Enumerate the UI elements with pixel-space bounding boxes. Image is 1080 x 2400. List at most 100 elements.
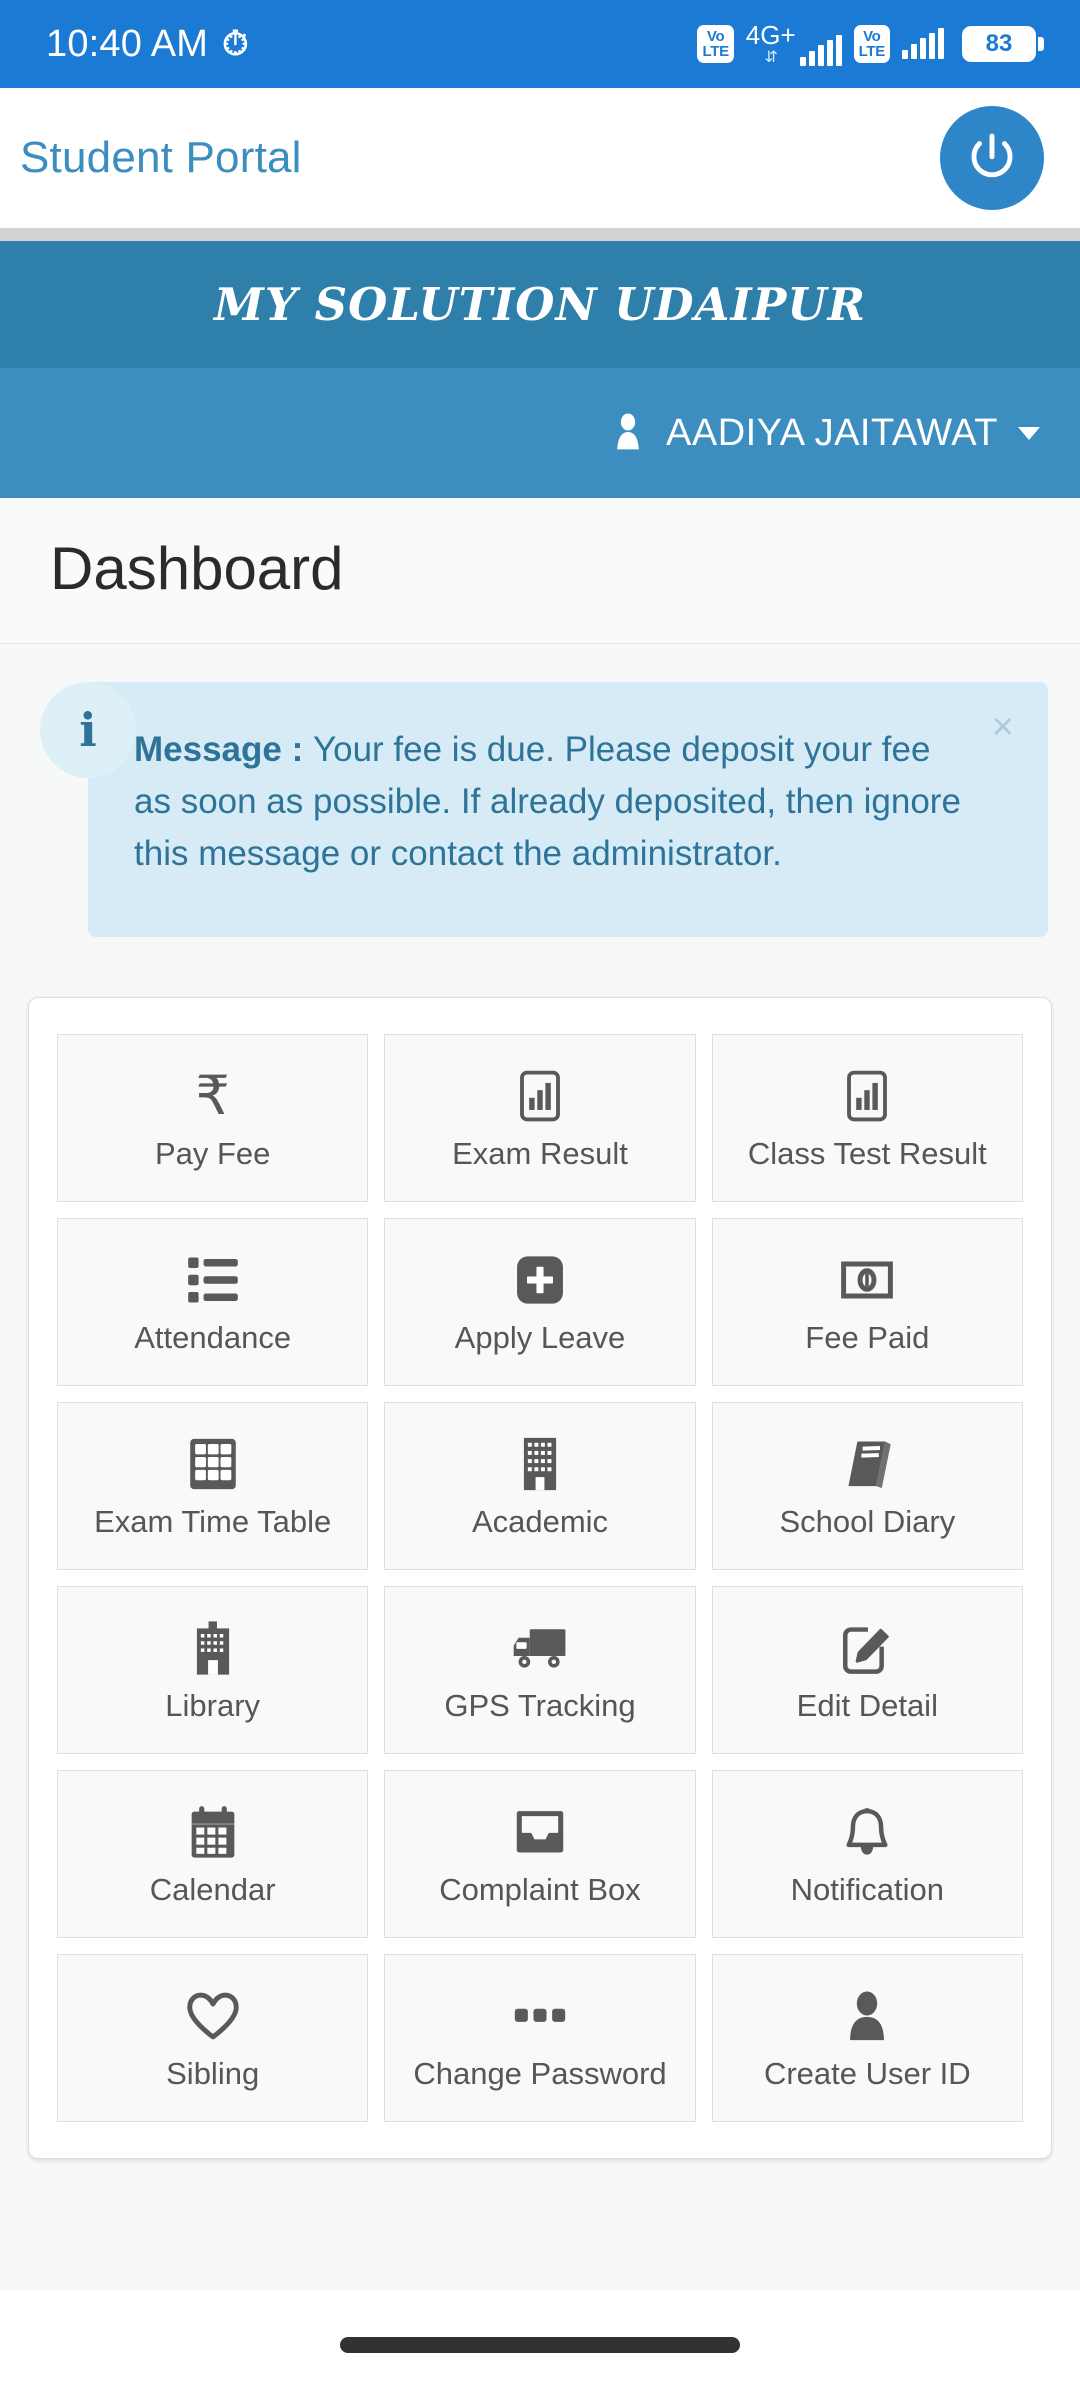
alert-text: Message : Your fee is due. Please deposi… [134,724,962,879]
pencil-square-icon [841,1620,893,1676]
tile-pay-fee[interactable]: ₹ Pay Fee [57,1034,369,1202]
fee-due-alert: i Message : Your fee is due. Please depo… [40,682,1048,937]
person-icon [845,1988,889,2044]
system-navigation-bar [0,2290,1080,2400]
tile-library[interactable]: Library [57,1586,369,1754]
tile-label: Fee Paid [805,1319,930,1355]
volte-bottom-sim2: LTE [858,43,886,60]
tile-label: Exam Result [452,1135,628,1171]
table-grid-icon [188,1436,238,1492]
user-icon [617,413,639,450]
tile-label: Class Test Result [747,1135,987,1171]
plus-square-icon [515,1252,565,1308]
phone-screen: 10:40 AM ⏱ Vo LTE 4G+ ⇵ Vo LTE 83 Studen… [0,0,1080,2400]
calendar-icon [188,1804,238,1860]
tile-label: Notification [790,1871,944,1907]
alert-box: Message : Your fee is due. Please deposi… [88,682,1048,937]
logout-power-button[interactable] [940,106,1044,210]
alert-label: Message : [134,730,313,769]
volte-badge-sim2: Vo LTE [853,25,890,63]
tile-exam-time-table[interactable]: Exam Time Table [57,1402,369,1570]
banknote-icon [840,1252,894,1308]
network-label-col: 4G+ ⇵ [746,22,796,66]
info-icon-glyph: i [79,703,97,757]
tile-label: Edit Detail [796,1687,938,1723]
list-icon [187,1252,239,1308]
tile-apply-leave[interactable]: Apply Leave [384,1218,696,1386]
tile-label: Pay Fee [154,1135,271,1171]
tile-notification[interactable]: Notification [711,1770,1023,1938]
rupee-icon: ₹ [195,1063,230,1127]
tile-gps-tracking[interactable]: GPS Tracking [384,1586,696,1754]
truck-icon [511,1620,569,1676]
app-bar: Student Portal [0,88,1080,228]
menu-card: ₹ Pay Fee Exam Result Class Test Result … [28,997,1052,2159]
alarm-icon: ⏱ [222,25,249,63]
organization-banner: MY SOLUTION UDAIPUR [0,241,1080,368]
user-bar[interactable]: AADIYA JAITAWAT [0,368,1080,498]
tile-calendar[interactable]: Calendar [57,1770,369,1938]
page-content: i Message : Your fee is due. Please depo… [0,644,1080,2290]
network-group-sim1: 4G+ ⇵ [746,22,842,66]
tile-label: Complaint Box [439,1871,641,1907]
signal-bars-sim1 [799,35,842,66]
tile-label: Create User ID [763,2055,971,2091]
user-name-label: AADIYA JAITAWAT [666,411,998,454]
battery-percent-label: 83 [965,29,1033,59]
heart-icon [186,1988,240,2044]
book-icon [840,1436,894,1492]
tile-create-user-id[interactable]: Create User ID [711,1954,1023,2122]
data-transfer-icon: ⇵ [764,49,778,66]
bell-icon [843,1804,891,1860]
chevron-down-icon[interactable] [1018,426,1040,440]
tile-label: Change Password [413,2055,667,2091]
tile-label: Sibling [166,2055,260,2091]
tile-academic[interactable]: Academic [384,1402,696,1570]
volte-badge-sim1: Vo LTE [697,25,734,63]
inbox-icon [514,1804,566,1860]
volte-bottom-sim1: LTE [702,43,729,60]
tile-label: School Diary [779,1503,956,1539]
battery-tip [1038,37,1044,51]
library-building-icon [193,1620,233,1676]
tile-label: Apply Leave [454,1319,626,1355]
network-type-label: 4G+ [745,20,796,50]
app-title: Student Portal [20,133,302,182]
tile-class-test-result[interactable]: Class Test Result [711,1034,1023,1202]
tile-attendance[interactable]: Attendance [57,1218,369,1386]
bar-chart-icon [516,1068,564,1124]
tile-label: Calendar [149,1871,276,1907]
power-icon [971,133,1013,178]
info-icon: i [40,682,136,778]
divider-strip [0,228,1080,241]
home-gesture-pill[interactable] [340,2337,740,2353]
ellipsis-icon [512,1988,568,2044]
tile-change-password[interactable]: Change Password [384,1954,696,2122]
tile-label: Attendance [134,1319,292,1355]
building-icon [520,1436,560,1492]
battery-indicator: 83 [962,26,1044,62]
organization-title: MY SOLUTION UDAIPUR [214,278,866,331]
volte-top-sim1: Vo [706,28,725,45]
tile-edit-detail[interactable]: Edit Detail [711,1586,1023,1754]
tile-label: Academic [471,1503,609,1539]
status-bar-right: Vo LTE 4G+ ⇵ Vo LTE 83 [697,22,1044,66]
status-bar: 10:40 AM ⏱ Vo LTE 4G+ ⇵ Vo LTE 83 [0,0,1080,88]
tile-school-diary[interactable]: School Diary [711,1402,1023,1570]
page-title: Dashboard [50,535,344,602]
tile-label: Exam Time Table [94,1503,332,1539]
menu-tile-grid: ₹ Pay Fee Exam Result Class Test Result … [57,1034,1023,2122]
battery-body: 83 [962,26,1036,62]
page-header: Dashboard [0,498,1080,644]
tile-complaint-box[interactable]: Complaint Box [384,1770,696,1938]
tile-label: GPS Tracking [444,1687,636,1723]
signal-bars-sim2 [902,28,944,59]
tile-exam-result[interactable]: Exam Result [384,1034,696,1202]
tile-sibling[interactable]: Sibling [57,1954,369,2122]
volte-top-sim2: Vo [863,28,881,45]
bar-chart-icon [843,1068,891,1124]
tile-fee-paid[interactable]: Fee Paid [711,1218,1023,1386]
status-bar-left: 10:40 AM ⏱ [46,23,249,66]
alert-close-button[interactable]: × [992,708,1014,746]
status-time: 10:40 AM [46,22,209,65]
